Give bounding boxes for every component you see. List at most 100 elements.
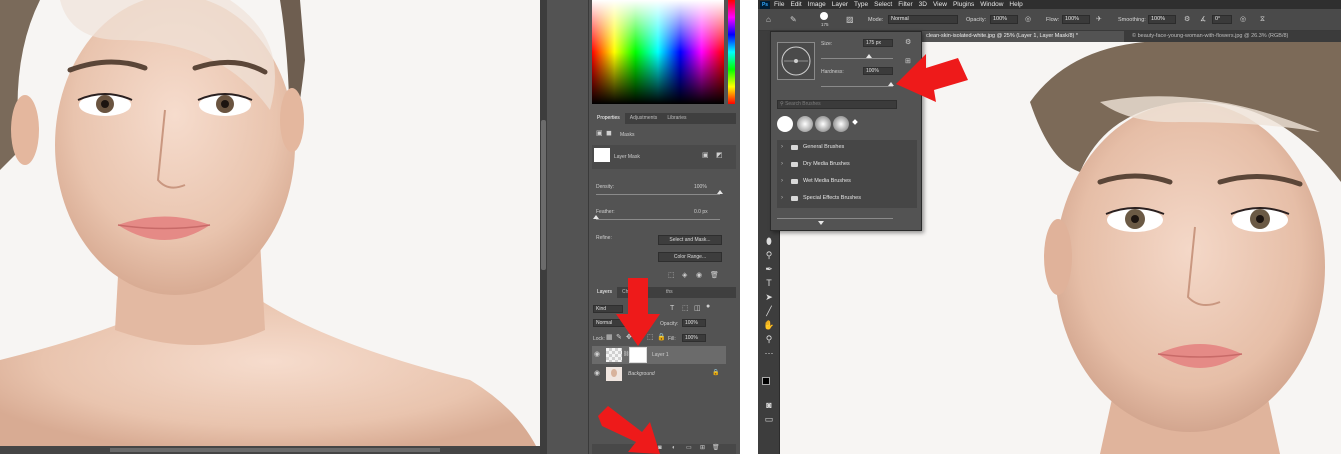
vector-mask-icon[interactable]: ◼ [606,130,612,137]
flow-field[interactable]: 100% [1062,15,1090,24]
shape-filter-icon[interactable]: ⬚ [682,305,689,312]
smoothing-field[interactable]: 100% [1148,15,1176,24]
density-slider-track[interactable] [596,194,720,195]
dodge-tool-icon[interactable]: ⚲ [763,249,775,261]
feather-slider-knob[interactable] [593,215,599,219]
menu-layer[interactable]: Layer [832,1,848,8]
mask-link-icon[interactable]: ⛓ [623,351,629,358]
document-tab[interactable]: © beauty-face-young-woman-with-flowers.j… [1128,31,1328,42]
filter-toggle-icon[interactable]: ● [706,303,710,310]
preview-size-slider-knob[interactable] [818,221,824,225]
hardness-field[interactable]: 100% [863,67,893,75]
canvas-vertical-scrollbar[interactable] [540,0,547,454]
smart-filter-icon[interactable]: ◫ [694,305,701,312]
layer-row-layer-1[interactable]: ◉ ⛓ Layer 1 [592,346,726,364]
lock-transparency-icon[interactable]: ▦ [606,334,613,341]
fill-field[interactable]: 100% [682,334,706,342]
recent-brush-soft-1[interactable] [797,116,813,132]
foreground-color-swatch[interactable] [762,377,770,385]
adjustment-layer-icon[interactable]: ◐ [672,445,676,452]
home-icon[interactable]: ⌂ [766,16,771,24]
folder-dry-media-brushes[interactable]: › Dry Media Brushes [777,157,917,173]
delete-mask-icon[interactable]: 🗑 [710,272,719,279]
menu-filter[interactable]: Filter [898,1,912,8]
document-tab-active[interactable]: clean-skin-isolated-white.jpg @ 25% (Lay… [922,31,1124,42]
size-slider-knob[interactable] [866,54,872,58]
brush-tool-icon[interactable]: ✎ [790,16,797,24]
hue-slider[interactable] [728,0,735,104]
menu-image[interactable]: Image [808,1,826,8]
more-tools-icon[interactable]: ⋯ [763,347,775,359]
new-layer-icon[interactable]: ⊞ [700,445,705,452]
brush-search-input[interactable]: ⚲ Search Brushes [777,100,897,109]
density-slider-knob[interactable] [717,190,723,194]
line-tool-icon[interactable]: ╱ [763,305,775,317]
visibility-eye-icon[interactable]: ◉ [594,370,600,377]
hardness-slider-knob[interactable] [888,82,894,86]
hardness-slider-track[interactable] [821,86,893,87]
apply-mask-icon[interactable]: ◈ [682,272,687,279]
brush-settings-icon[interactable]: ▨ [846,16,854,24]
folder-wet-media-brushes[interactable]: › Wet Media Brushes [777,174,917,190]
size-field[interactable]: 175 px [863,39,893,47]
smoothing-settings-gear-icon[interactable]: ⚙ [1184,16,1190,23]
pressure-opacity-icon[interactable]: ◎ [1025,16,1031,23]
angle-icon[interactable]: ∡ [1200,16,1206,23]
airbrush-icon[interactable]: ✈ [1096,16,1102,23]
delete-layer-icon[interactable]: 🗑 [712,445,720,452]
select-and-mask-button[interactable]: Select and Mask... [658,235,722,245]
opacity-field[interactable]: 100% [682,319,706,327]
visibility-eye-icon[interactable]: ◉ [594,351,600,358]
color-range-button[interactable]: Color Range... [658,252,722,262]
brush-preset-icon[interactable] [820,12,828,20]
drop-tool-icon[interactable]: ⬮ [763,235,775,247]
tab-properties[interactable]: Properties [592,113,625,124]
folder-special-effects-brushes[interactable]: › Special Effects Brushes [777,191,917,207]
ps-app-icon[interactable]: Ps [760,0,770,9]
screen-mode-icon[interactable]: ▭ [763,413,775,425]
layer-mask-thumbnail[interactable] [629,347,647,363]
disable-mask-icon[interactable]: ◉ [696,272,702,279]
select-pixel-mask-icon[interactable]: ▣ [702,152,709,159]
tab-paths[interactable]: ths [661,287,678,298]
angle-field[interactable]: 0° [1212,15,1232,24]
settings-gear-icon[interactable]: ⚙ [905,39,911,46]
zoom-tool-icon[interactable]: ⚲ [763,333,775,345]
menu-window[interactable]: Window [980,1,1003,8]
mode-select[interactable]: Normal [888,15,958,24]
tab-layers[interactable]: Layers [592,287,618,298]
tab-adjustments[interactable]: Adjustments [625,113,663,124]
menu-help[interactable]: Help [1009,1,1022,8]
quick-mask-icon[interactable]: ◙ [763,399,775,411]
scrollbar-thumb[interactable] [110,448,440,452]
recent-brush-soft-3[interactable] [833,116,849,132]
type-filter-icon[interactable]: T [670,305,674,312]
recent-brush-small[interactable] [852,119,858,125]
menu-edit[interactable]: Edit [790,1,801,8]
path-select-tool-icon[interactable]: ➤ [763,291,775,303]
symmetry-icon[interactable]: ⧖ [1260,16,1265,23]
layer-name[interactable]: Layer 1 [652,352,669,358]
opacity-field[interactable]: 100% [990,15,1018,24]
menu-file[interactable]: File [774,1,784,8]
menu-3d[interactable]: 3D [919,1,927,8]
pen-tool-icon[interactable]: ✒ [763,263,775,275]
menu-plugins[interactable]: Plugins [953,1,974,8]
color-picker-field[interactable] [592,0,724,104]
type-tool-icon[interactable]: T [763,277,775,289]
new-group-icon[interactable]: ▭ [686,445,692,452]
load-selection-icon[interactable]: ⬚ [668,272,675,279]
left-canvas-scrollbar[interactable] [0,446,540,454]
menu-select[interactable]: Select [874,1,892,8]
density-value[interactable]: 100% [694,184,707,190]
feather-value[interactable]: 0.0 px [694,209,708,215]
feather-slider-track[interactable] [596,219,720,220]
menu-view[interactable]: View [933,1,947,8]
size-slider-track[interactable] [821,58,893,59]
select-vector-mask-icon[interactable]: ◩ [716,152,723,159]
scrollbar-thumb[interactable] [541,120,546,270]
pixel-mask-icon[interactable]: ▣ [596,130,603,137]
hand-tool-icon[interactable]: ✋ [763,319,775,331]
preview-size-slider-track[interactable] [777,218,893,219]
recent-brush-hard-round[interactable] [777,116,793,132]
